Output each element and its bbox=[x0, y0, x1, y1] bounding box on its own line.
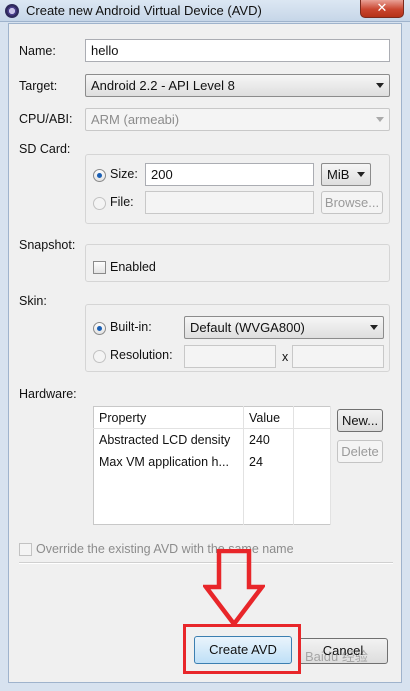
table-cell-property: Max VM application h... bbox=[93, 450, 244, 473]
table-cell-value: 24 bbox=[243, 450, 294, 473]
sdcard-group: Size: 200 MiB File: Browse... bbox=[85, 154, 390, 224]
skin-select[interactable]: Default (WVGA800) bbox=[184, 316, 384, 339]
builtin-label: Built-in: bbox=[110, 320, 152, 334]
target-select[interactable]: Android 2.2 - API Level 8 bbox=[85, 74, 390, 97]
chevron-down-icon bbox=[357, 172, 365, 177]
resolution-radio[interactable] bbox=[93, 350, 106, 363]
resolution-height-input[interactable] bbox=[292, 345, 384, 368]
app-icon bbox=[5, 4, 19, 18]
cpu-select-value: ARM (armeabi) bbox=[91, 112, 180, 127]
file-input[interactable] bbox=[145, 191, 314, 214]
new-property-button[interactable]: New... bbox=[337, 409, 383, 432]
size-radio[interactable] bbox=[93, 169, 106, 182]
chevron-down-icon bbox=[370, 325, 378, 330]
target-label: Target: bbox=[19, 79, 58, 93]
title-bar: Create new Android Virtual Device (AVD) … bbox=[0, 0, 410, 22]
watermark: Baidu 经验 bbox=[305, 649, 368, 664]
close-button[interactable]: ✕ bbox=[360, 0, 404, 18]
skin-group: Built-in: Default (WVGA800) Resolution: … bbox=[85, 304, 390, 372]
size-label: Size: bbox=[110, 167, 138, 181]
cpu-label: CPU/ABI: bbox=[19, 112, 73, 126]
dialog-body: Name: hello Target: Android 2.2 - API Le… bbox=[8, 23, 402, 683]
name-label: Name: bbox=[19, 44, 56, 58]
column-header-filler bbox=[293, 406, 331, 429]
chevron-down-icon bbox=[376, 83, 384, 88]
table-row-empty bbox=[93, 472, 331, 525]
size-unit-value: MiB bbox=[327, 167, 350, 182]
skin-select-value: Default (WVGA800) bbox=[190, 320, 305, 335]
file-radio[interactable] bbox=[93, 197, 106, 210]
snapshot-label: Snapshot: bbox=[19, 238, 76, 252]
resolution-separator: x bbox=[282, 350, 289, 364]
override-checkbox[interactable] bbox=[19, 543, 32, 556]
size-unit-select[interactable]: MiB bbox=[321, 163, 371, 186]
create-button-highlight bbox=[183, 624, 301, 674]
chevron-down-icon bbox=[376, 117, 384, 122]
name-input[interactable]: hello bbox=[85, 39, 390, 62]
hardware-table: Property Value Abstracted LCD density 24… bbox=[93, 406, 331, 525]
file-label: File: bbox=[110, 195, 134, 209]
cpu-select[interactable]: ARM (armeabi) bbox=[85, 108, 390, 131]
column-header-value[interactable]: Value bbox=[243, 406, 294, 429]
resolution-width-input[interactable] bbox=[184, 345, 276, 368]
resolution-label: Resolution: bbox=[110, 348, 173, 362]
target-select-value: Android 2.2 - API Level 8 bbox=[91, 78, 235, 93]
table-header-row: Property Value bbox=[93, 406, 331, 429]
down-arrow-annotation bbox=[203, 549, 265, 627]
builtin-radio[interactable] bbox=[93, 322, 106, 335]
snapshot-group: Enabled bbox=[85, 244, 390, 282]
size-input[interactable]: 200 bbox=[145, 163, 314, 186]
table-cell-property: Abstracted LCD density bbox=[93, 428, 244, 451]
browse-button[interactable]: Browse... bbox=[321, 191, 383, 214]
skin-label: Skin: bbox=[19, 294, 47, 308]
hardware-label: Hardware: bbox=[19, 387, 77, 401]
snapshot-enabled-checkbox[interactable] bbox=[93, 261, 106, 274]
column-header-property[interactable]: Property bbox=[93, 406, 244, 429]
table-row[interactable]: Max VM application h... 24 bbox=[93, 450, 331, 473]
snapshot-enabled-label: Enabled bbox=[110, 260, 156, 274]
delete-property-button[interactable]: Delete bbox=[337, 440, 383, 463]
table-cell-value: 240 bbox=[243, 428, 294, 451]
window-title: Create new Android Virtual Device (AVD) bbox=[26, 3, 262, 18]
sdcard-label: SD Card: bbox=[19, 142, 71, 156]
table-row[interactable]: Abstracted LCD density 240 bbox=[93, 428, 331, 451]
